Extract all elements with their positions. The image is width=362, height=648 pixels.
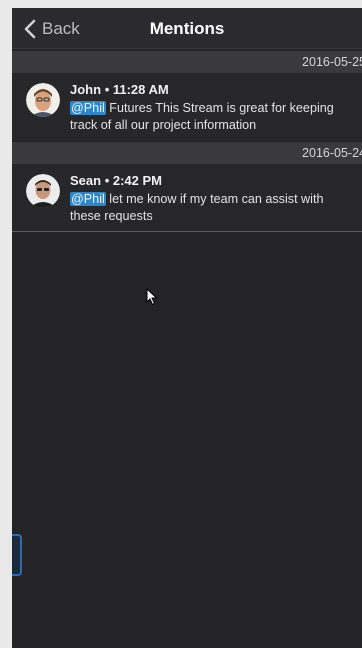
list-item[interactable]: John • 11:28 AM @Phil Futures This Strea… [12,73,362,141]
date-header: 2016-05-24 [12,142,362,164]
list-divider [12,231,362,232]
author-name: Sean [70,173,102,188]
message-time: 11:28 AM [112,82,169,97]
author-name: John [70,82,102,97]
message-time: 2:42 PM [112,173,163,188]
side-drawer-handle[interactable] [12,534,22,576]
mention-tag[interactable]: @Phil [70,101,106,115]
mentions-screen: Back Mentions 2016-05-25 John • 11:28 AM… [12,8,362,648]
message-meta: Sean • 2:42 PM [70,173,163,188]
mouse-cursor-icon [146,288,158,306]
list-item[interactable]: Sean • 2:42 PM @Phil let me know if my t… [12,164,362,231]
mention-tag[interactable]: @Phil [70,192,106,206]
avatar [26,174,60,208]
message-text: @Phil let me know if my team can assist … [70,191,350,225]
message-meta: John • 11:28 AM [70,82,169,97]
date-label: 2016-05-25 [302,55,362,69]
message-text: @Phil Futures This Stream is great for k… [70,100,350,134]
date-header: 2016-05-25 [12,51,362,73]
message-body: Futures This Stream is great for keeping… [70,101,334,132]
nav-bar: Back Mentions [12,8,362,49]
message-body: let me know if my team can assist with t… [70,192,324,223]
page-title: Mentions [149,19,225,38]
avatar [26,83,60,117]
date-label: 2016-05-24 [302,146,362,160]
